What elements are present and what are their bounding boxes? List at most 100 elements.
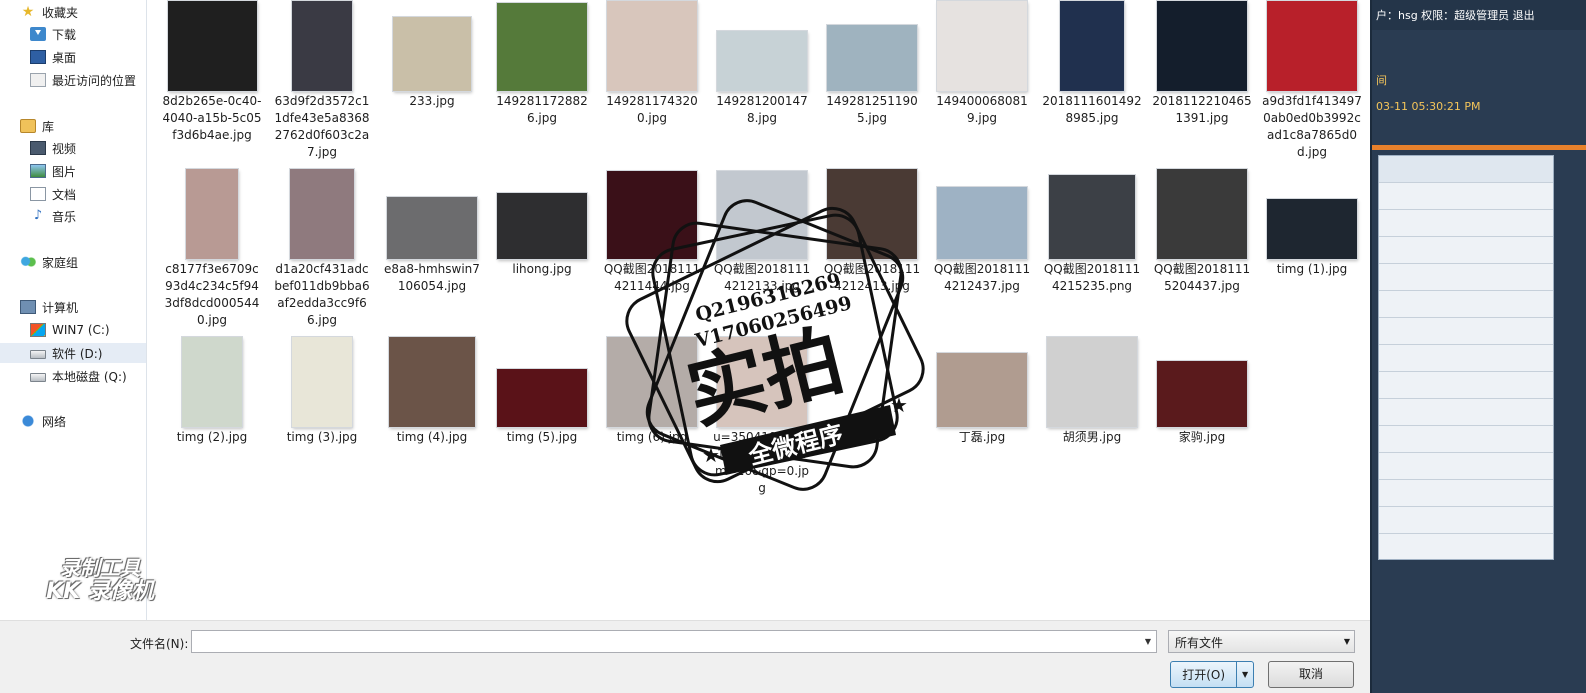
file-name[interactable]: 1492811743200.jpg bbox=[602, 93, 702, 127]
file-name[interactable]: a9d3fd1f4134970ab0ed0b3992cad1c8a7865d0d… bbox=[1262, 93, 1362, 161]
file-thumbnail[interactable] bbox=[167, 1, 257, 91]
file-name[interactable]: c8177f3e6709c93d4c234c5f943df8dcd0005440… bbox=[162, 261, 262, 329]
file-name[interactable]: timg (2).jpg bbox=[162, 429, 262, 446]
chevron-down-icon[interactable]: ▼ bbox=[1140, 631, 1156, 652]
file-name[interactable]: e8a8-hmhswin7106054.jpg bbox=[382, 261, 482, 295]
file-thumbnail[interactable] bbox=[717, 171, 807, 259]
file-thumbnail[interactable] bbox=[292, 337, 352, 427]
file-thumbnail[interactable] bbox=[387, 197, 477, 259]
nav-item[interactable]: 本地磁盘 (Q:) bbox=[0, 366, 146, 386]
recorder-line-2: KK 录像机 bbox=[46, 579, 154, 604]
cancel-button[interactable]: 取消 bbox=[1268, 661, 1354, 688]
file-name[interactable]: QQ截图20181114212437.jpg bbox=[932, 261, 1032, 295]
file-thumbnail[interactable] bbox=[1047, 337, 1137, 427]
nav-item[interactable]: 下载 bbox=[0, 24, 146, 44]
table-row bbox=[1379, 291, 1553, 318]
background-app-header: 户：hsg 权限：超级管理员 退出 bbox=[1372, 0, 1586, 30]
file-name[interactable]: timg (3).jpg bbox=[272, 429, 372, 446]
nav-item-label: 网络 bbox=[42, 414, 67, 429]
file-thumbnail[interactable] bbox=[1157, 361, 1247, 427]
network-icon bbox=[20, 414, 36, 428]
file-thumbnail[interactable] bbox=[393, 17, 471, 91]
file-name[interactable]: 丁磊.jpg bbox=[932, 429, 1032, 446]
filename-input[interactable] bbox=[191, 630, 1157, 653]
open-button[interactable]: 打开(O) ▼ bbox=[1170, 661, 1254, 688]
table-row bbox=[1379, 318, 1553, 345]
file-name[interactable]: 20181116014928985.jpg bbox=[1042, 93, 1142, 127]
file-thumbnail[interactable] bbox=[1049, 175, 1135, 259]
table-row bbox=[1379, 480, 1553, 507]
nav-item-label: WIN7 (C:) bbox=[52, 323, 110, 337]
computer-icon bbox=[20, 300, 36, 314]
desktop-icon bbox=[30, 50, 46, 64]
chevron-down-icon[interactable]: ▼ bbox=[1236, 662, 1253, 687]
file-thumbnail[interactable] bbox=[607, 171, 697, 259]
file-name[interactable]: 8d2b265e-0c40-4040-a15b-5c05f3d6b4ae.jpg bbox=[162, 93, 262, 144]
file-thumbnail[interactable] bbox=[607, 1, 697, 91]
nav-item[interactable]: 计算机 bbox=[0, 297, 146, 317]
file-thumbnail[interactable] bbox=[717, 31, 807, 91]
file-thumbnail[interactable] bbox=[607, 337, 697, 427]
file-name[interactable]: 63d9f2d3572c11dfe43e5a83682762d0f603c2a7… bbox=[272, 93, 372, 161]
file-name[interactable]: u=3504109674,1980742468&fm=26&gp=0.jpg bbox=[712, 429, 812, 497]
file-thumbnail[interactable] bbox=[717, 337, 807, 427]
file-thumbnail[interactable] bbox=[1267, 1, 1357, 91]
file-name[interactable]: QQ截图20181115204437.jpg bbox=[1152, 261, 1252, 295]
file-thumbnail[interactable] bbox=[937, 1, 1027, 91]
file-name[interactable]: 1492812001478.jpg bbox=[712, 93, 812, 127]
file-thumbnail[interactable] bbox=[290, 169, 354, 259]
file-name[interactable]: timg (1).jpg bbox=[1262, 261, 1362, 278]
file-name[interactable]: timg (6).jpg bbox=[602, 429, 702, 446]
nav-item[interactable]: 最近访问的位置 bbox=[0, 70, 146, 90]
nav-item[interactable]: 软件 (D:) bbox=[0, 343, 146, 363]
file-name[interactable]: timg (5).jpg bbox=[492, 429, 592, 446]
nav-item[interactable]: 家庭组 bbox=[0, 252, 146, 272]
file-name[interactable]: d1a20cf431adcbef011db9bba6af2edda3cc9f66… bbox=[272, 261, 372, 329]
file-name[interactable]: timg (4).jpg bbox=[382, 429, 482, 446]
nav-item[interactable]: 视频 bbox=[0, 138, 146, 158]
nav-item[interactable]: WIN7 (C:) bbox=[0, 320, 146, 340]
file-thumbnail[interactable] bbox=[186, 169, 238, 259]
table-row bbox=[1379, 345, 1553, 372]
file-name[interactable]: QQ截图20181114215235.png bbox=[1042, 261, 1142, 295]
dialog-bottom-bar: 文件名(N): ▼ 所有文件 ▼ 打开(O) ▼ 取消 bbox=[0, 620, 1370, 693]
filename-label: 文件名(N): bbox=[130, 637, 189, 651]
nav-item-label: 库 bbox=[42, 119, 55, 134]
file-thumbnail[interactable] bbox=[389, 337, 475, 427]
file-name[interactable]: 20181122104651391.jpg bbox=[1152, 93, 1252, 127]
file-name[interactable]: 1492812511905.jpg bbox=[822, 93, 922, 127]
file-thumbnail[interactable] bbox=[182, 337, 242, 427]
library-icon bbox=[20, 119, 36, 133]
file-thumbnail[interactable] bbox=[937, 353, 1027, 427]
file-thumbnail[interactable] bbox=[1060, 1, 1124, 91]
documents-icon bbox=[30, 187, 46, 201]
nav-item[interactable]: 文档 bbox=[0, 184, 146, 204]
nav-item[interactable]: 网络 bbox=[0, 411, 146, 431]
file-thumbnail[interactable] bbox=[827, 25, 917, 91]
file-name[interactable]: QQ截图20181114212413.jpg bbox=[822, 261, 922, 295]
nav-item[interactable]: 桌面 bbox=[0, 47, 146, 67]
file-thumbnail[interactable] bbox=[292, 1, 352, 91]
file-thumbnail[interactable] bbox=[497, 3, 587, 91]
nav-item[interactable]: ♪ 音乐 bbox=[0, 206, 146, 226]
file-thumbnail[interactable] bbox=[827, 169, 917, 259]
nav-item[interactable]: ★ 收藏夹 bbox=[0, 2, 146, 22]
file-thumbnail[interactable] bbox=[1267, 199, 1357, 259]
file-name[interactable]: 家驹.jpg bbox=[1152, 429, 1252, 446]
file-name[interactable]: 233.jpg bbox=[382, 93, 482, 110]
file-name[interactable]: QQ截图20181114212133.jpg bbox=[712, 261, 812, 295]
file-thumbnail[interactable] bbox=[937, 187, 1027, 259]
file-name[interactable]: lihong.jpg bbox=[492, 261, 592, 278]
table-row bbox=[1379, 183, 1553, 210]
file-thumbnail[interactable] bbox=[497, 193, 587, 259]
file-name[interactable]: 1494000680819.jpg bbox=[932, 93, 1032, 127]
file-thumbnail[interactable] bbox=[497, 369, 587, 427]
file-name[interactable]: QQ截图20181114211444.jpg bbox=[602, 261, 702, 295]
file-thumbnail[interactable] bbox=[1157, 169, 1247, 259]
file-name[interactable]: 胡须男.jpg bbox=[1042, 429, 1142, 446]
file-name[interactable]: 1492811728826.jpg bbox=[492, 93, 592, 127]
nav-item[interactable]: 库 bbox=[0, 116, 146, 136]
file-thumbnail[interactable] bbox=[1157, 1, 1247, 91]
nav-item[interactable]: 图片 bbox=[0, 161, 146, 181]
filetype-select[interactable]: 所有文件 ▼ bbox=[1168, 630, 1355, 653]
